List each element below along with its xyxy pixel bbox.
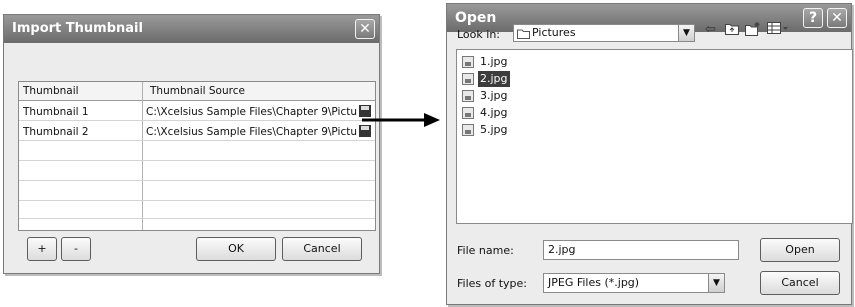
import-thumbnail-dialog: Import Thumbnail ✕ Thumbnail Thumbnail S… bbox=[3, 14, 380, 274]
help-icon[interactable]: ? bbox=[803, 8, 823, 28]
image-file-icon bbox=[462, 124, 474, 136]
image-file-icon bbox=[462, 56, 474, 68]
row-divider bbox=[19, 180, 375, 181]
chevron-down-icon[interactable]: ▼ bbox=[708, 274, 724, 292]
row-divider bbox=[19, 218, 375, 219]
look-in-select[interactable]: Pictures ▼ bbox=[513, 24, 695, 42]
up-folder-icon[interactable] bbox=[725, 22, 739, 39]
files-of-type-select[interactable]: JPEG Files (*.jpg) ▼ bbox=[543, 273, 725, 293]
new-folder-icon[interactable] bbox=[745, 22, 761, 40]
back-arrow-icon[interactable]: ⇦ bbox=[705, 22, 716, 37]
ok-button[interactable]: OK bbox=[196, 237, 276, 261]
import-dialog-titlebar: Import Thumbnail bbox=[4, 15, 379, 43]
column-divider bbox=[142, 82, 143, 230]
column-header-thumbnail[interactable]: Thumbnail bbox=[23, 85, 79, 97]
add-row-button[interactable]: + bbox=[27, 237, 57, 261]
image-file-icon bbox=[462, 73, 474, 85]
file-list[interactable]: 1.jpg 2.jpg 3.jpg 4.jpg 5.jpg bbox=[456, 49, 853, 224]
open-button[interactable]: Open bbox=[760, 238, 840, 262]
arrow-connector bbox=[362, 113, 440, 127]
view-menu-icon[interactable] bbox=[767, 22, 789, 39]
image-file-icon bbox=[462, 90, 474, 102]
close-icon[interactable]: ✕ bbox=[827, 8, 847, 28]
open-dialog-title: Open bbox=[455, 10, 497, 26]
thumbnail-name-cell[interactable]: Thumbnail 2 bbox=[23, 126, 89, 138]
image-file-icon bbox=[462, 107, 474, 119]
column-header-thumbnail-source[interactable]: Thumbnail Source bbox=[150, 85, 245, 97]
thumbnail-grid: Thumbnail Thumbnail Source Thumbnail 1 C… bbox=[18, 81, 376, 231]
thumbnail-source-cell[interactable]: C:\Xcelsius Sample Files\Chapter 9\Pictu bbox=[146, 106, 358, 118]
cancel-button[interactable]: Cancel bbox=[282, 237, 362, 261]
thumbnail-name-cell[interactable]: Thumbnail 1 bbox=[23, 106, 89, 118]
folder-icon bbox=[517, 29, 530, 39]
row-divider bbox=[19, 120, 375, 121]
close-icon[interactable]: ✕ bbox=[355, 19, 375, 39]
open-dialog: Open ? ✕ Look in: Pictures ▼ ⇦ 1.jpg 2.j… bbox=[446, 3, 853, 305]
thumbnail-source-cell[interactable]: C:\Xcelsius Sample Files\Chapter 9\Pictu bbox=[146, 126, 358, 138]
file-name-input[interactable]: 2.jpg bbox=[543, 240, 739, 260]
look-in-label: Look in: bbox=[457, 28, 500, 41]
row-divider bbox=[19, 200, 375, 201]
remove-row-button[interactable]: - bbox=[61, 237, 91, 261]
arrow-head bbox=[424, 113, 440, 127]
file-name-label: File name: bbox=[457, 244, 514, 257]
row-divider bbox=[19, 140, 375, 141]
cancel-button[interactable]: Cancel bbox=[760, 271, 840, 295]
row-divider bbox=[19, 160, 375, 161]
chevron-down-icon[interactable]: ▼ bbox=[678, 25, 694, 41]
files-of-type-label: Files of type: bbox=[457, 277, 528, 290]
import-dialog-title: Import Thumbnail bbox=[12, 21, 143, 36]
